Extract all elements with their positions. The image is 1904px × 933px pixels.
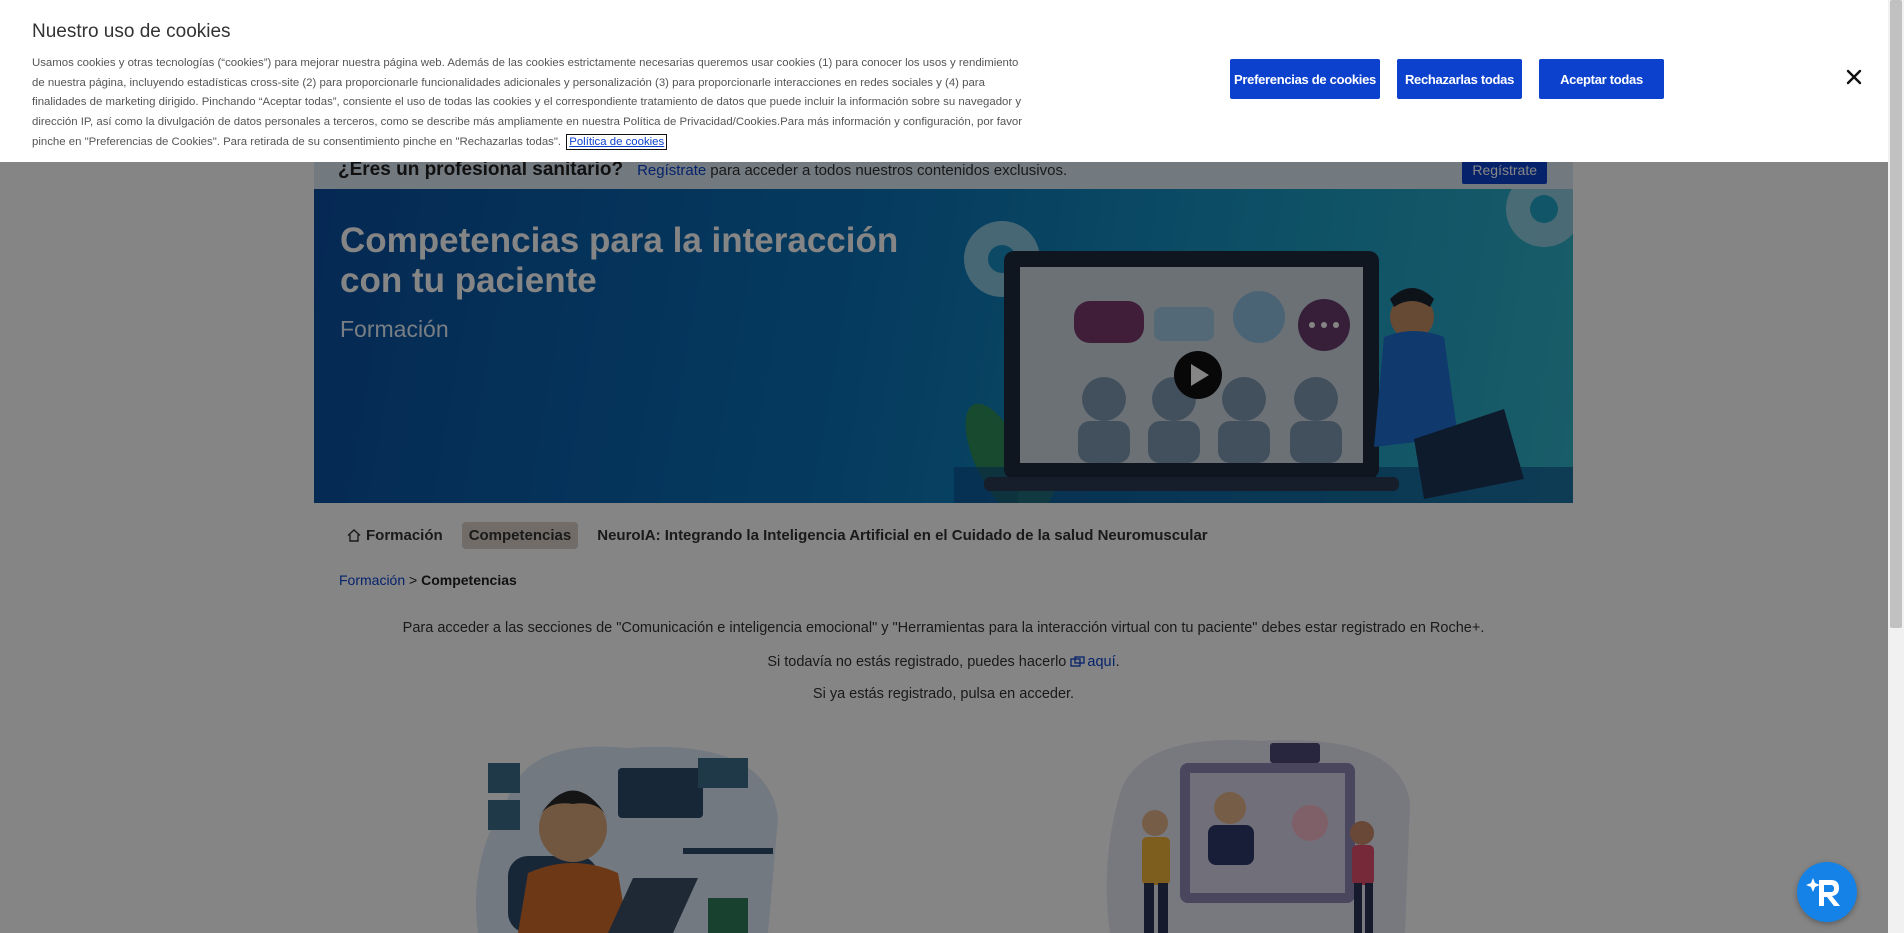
cookie-banner-title: Nuestro uso de cookies [32,21,231,42]
scrollbar-thumb[interactable] [1890,0,1902,628]
accept-all-button[interactable]: Aceptar todas [1539,59,1664,99]
cookie-preferences-button[interactable]: Preferencias de cookies [1230,59,1380,99]
close-icon[interactable] [1843,66,1865,88]
cookie-banner-body: Usamos cookies y otras tecnologías (“coo… [32,57,1023,148]
page-scrollbar[interactable] [1888,0,1904,933]
assistant-button[interactable] [1797,862,1857,922]
assistant-icon [1806,878,1840,906]
cookie-policy-link[interactable]: Política de cookies [566,133,668,150]
cookie-banner: Nuestro uso de cookies Usamos cookies y … [0,0,1888,162]
cookie-banner-text: Usamos cookies y otras tecnologías (“coo… [32,54,1022,153]
reject-all-button[interactable]: Rechazarlas todas [1397,59,1522,99]
